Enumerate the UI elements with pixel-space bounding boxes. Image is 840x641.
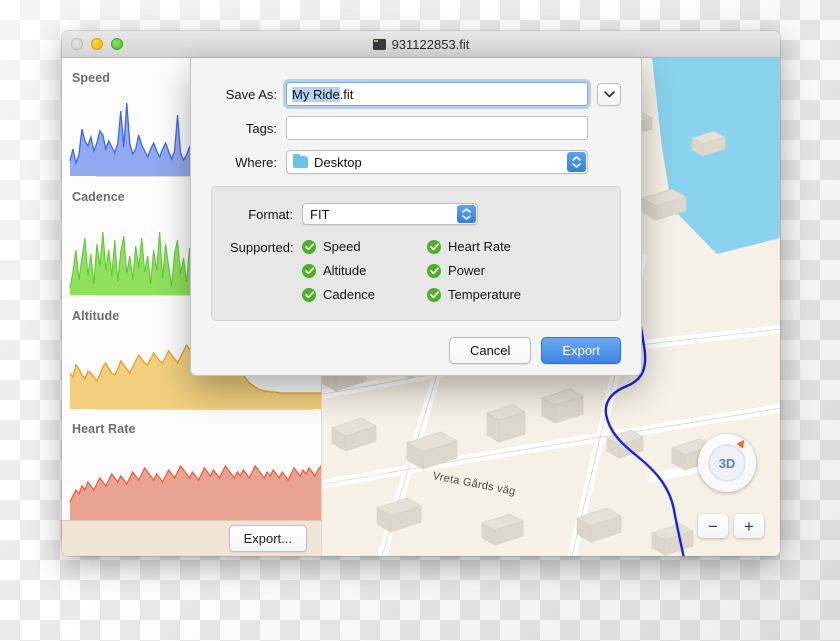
- check-glyph: [429, 291, 439, 298]
- zoom-out-button[interactable]: −: [698, 514, 728, 538]
- supported-columns: Speed Altitude Cadence Heart Rate Power …: [302, 239, 521, 302]
- where-value: Desktop: [314, 154, 362, 170]
- zoom-in-button[interactable]: +: [734, 514, 764, 538]
- check-icon: [427, 263, 442, 278]
- check-icon: [427, 239, 442, 254]
- supported-column-left: Speed Altitude Cadence: [302, 239, 375, 302]
- format-row: Format: FIT: [230, 203, 602, 225]
- supported-item-label: Temperature: [448, 287, 522, 302]
- supported-item: Power: [427, 263, 521, 278]
- supported-item-label: Power: [448, 263, 485, 278]
- supported-item: Altitude: [302, 263, 375, 278]
- chevron-up-glyph: [462, 208, 471, 213]
- chevron-down-glyph: [572, 163, 581, 168]
- supported-row: Supported: Speed Altitude Cadence Heart …: [230, 239, 602, 302]
- tags-row: Tags:: [211, 116, 621, 140]
- map-zoom-controls: − +: [698, 514, 764, 538]
- window-titlebar: 931122853.fit: [62, 31, 780, 58]
- chevron-up-glyph: [572, 156, 581, 161]
- check-icon: [302, 287, 316, 302]
- supported-item-label: Heart Rate: [448, 239, 511, 254]
- check-glyph: [304, 291, 314, 298]
- compass-mode-label[interactable]: 3D: [708, 444, 746, 482]
- chevron-down-glyph: [462, 215, 471, 220]
- supported-column-right: Heart Rate Power Temperature: [427, 239, 521, 302]
- save-as-input[interactable]: My Ride .fit: [286, 82, 588, 106]
- supported-item-label: Speed: [323, 239, 361, 254]
- chart-label-heart-rate: Heart Rate: [72, 422, 136, 437]
- save-as-label: Save As:: [225, 86, 277, 102]
- format-accessory-panel: Format: FIT Supported: Speed Altitude Ca…: [211, 186, 621, 321]
- where-popup-button[interactable]: Desktop: [286, 150, 588, 174]
- where-stepper-icon[interactable]: [567, 152, 586, 172]
- save-as-row: Save As: My Ride .fit: [211, 82, 621, 106]
- supported-item-label: Cadence: [323, 287, 376, 302]
- compass-3d-control[interactable]: 3D: [698, 434, 756, 492]
- chart-block-heart-rate: Heart Rate: [62, 409, 321, 521]
- supported-item: Speed: [302, 239, 375, 254]
- format-label: Format:: [248, 206, 293, 222]
- supported-label: Supported:: [230, 240, 294, 255]
- supported-item: Temperature: [427, 287, 521, 302]
- zoom-button-icon[interactable]: [111, 38, 123, 50]
- close-button-icon[interactable]: [71, 38, 83, 50]
- save-as-selected-text: My Ride: [292, 86, 340, 102]
- check-icon: [302, 239, 316, 254]
- export-confirm-button[interactable]: Export: [541, 337, 621, 364]
- traffic-lights: [71, 38, 123, 50]
- supported-item: Cadence: [302, 287, 375, 302]
- chart-heart-rate: [69, 465, 321, 521]
- tags-input[interactable]: [286, 116, 588, 140]
- fit-document-icon: [372, 38, 386, 50]
- check-glyph: [429, 243, 439, 250]
- app-window: 931122853.fit Speed Cadence Altitude Hea…: [62, 31, 780, 556]
- format-stepper-icon[interactable]: [457, 205, 476, 223]
- folder-icon: [293, 153, 308, 168]
- tags-label: Tags:: [245, 120, 277, 136]
- chevron-down-icon[interactable]: [597, 82, 621, 106]
- save-as-extension-text: .fit: [339, 86, 354, 102]
- check-glyph: [304, 267, 314, 274]
- where-label: Where:: [235, 154, 277, 170]
- supported-item: Heart Rate: [427, 239, 521, 254]
- save-sheet-dialog: Save As: My Ride .fit Tags: Where: Deskto…: [190, 58, 642, 376]
- export-button[interactable]: Export...: [228, 525, 307, 553]
- minimize-button-icon[interactable]: [91, 38, 103, 50]
- sheet-button-bar: Cancel Export: [211, 337, 621, 364]
- window-title-group: 931122853.fit: [62, 31, 780, 57]
- format-value: FIT: [310, 206, 330, 222]
- format-popup-button[interactable]: FIT: [302, 203, 478, 225]
- where-row: Where: Desktop: [211, 150, 621, 174]
- window-title: 931122853.fit: [391, 36, 470, 52]
- cancel-button[interactable]: Cancel: [448, 337, 532, 364]
- check-icon: [427, 287, 442, 302]
- supported-item-label: Altitude: [323, 263, 367, 278]
- check-glyph: [429, 267, 439, 274]
- check-glyph: [304, 243, 314, 250]
- sidebar-footer: Export...: [62, 520, 321, 556]
- chevron-down-glyph: [603, 90, 615, 97]
- check-icon: [302, 263, 316, 278]
